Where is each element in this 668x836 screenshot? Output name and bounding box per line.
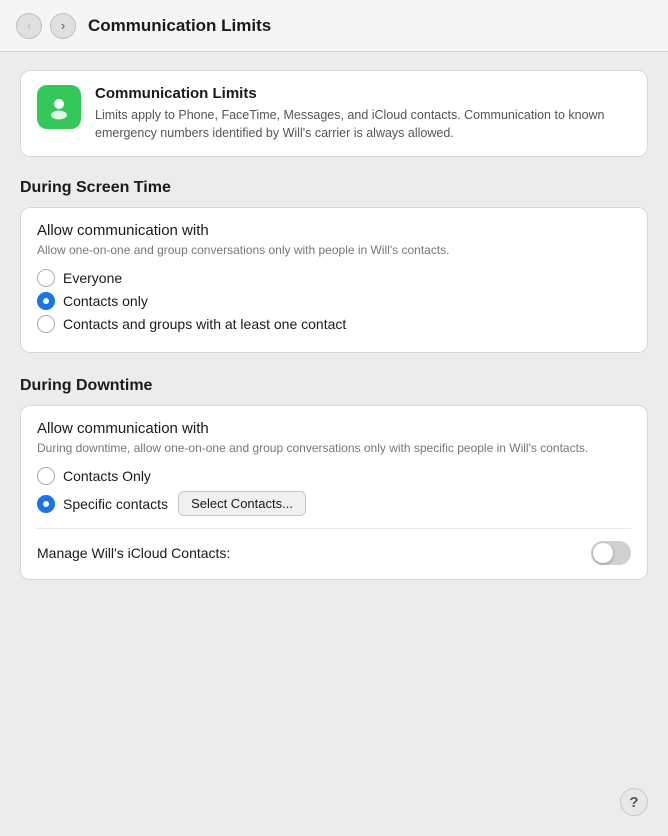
screen-time-card-desc: Allow one-on-one and group conversations… (37, 242, 631, 259)
downtime-header: During Downtime (20, 377, 648, 395)
info-card: Communication Limits Limits apply to Pho… (20, 70, 648, 157)
screen-time-card: Allow communication with Allow one-on-on… (20, 207, 648, 353)
app-icon (37, 85, 81, 129)
forward-icon: › (61, 18, 65, 33)
downtime-card-title: Allow communication with (37, 420, 631, 437)
downtime-card: Allow communication with During downtime… (20, 405, 648, 580)
radio-dt-specific[interactable] (37, 495, 55, 513)
info-card-title: Communication Limits (95, 85, 631, 102)
option-dt-specific[interactable]: Specific contacts (37, 495, 168, 513)
option-st-everyone[interactable]: Everyone (37, 269, 631, 287)
top-bar: ‹ › Communication Limits (0, 0, 668, 52)
info-text: Communication Limits Limits apply to Pho… (95, 85, 631, 142)
toggle-knob (593, 543, 613, 563)
label-dt-contacts-only: Contacts Only (63, 468, 151, 484)
help-button[interactable]: ? (620, 788, 648, 816)
downtime-card-desc: During downtime, allow one-on-one and gr… (37, 440, 631, 457)
label-dt-specific: Specific contacts (63, 496, 168, 512)
radio-st-contacts-only[interactable] (37, 292, 55, 310)
help-icon: ? (629, 794, 638, 811)
radio-st-everyone[interactable] (37, 269, 55, 287)
comm-limits-icon (46, 94, 72, 120)
forward-button[interactable]: › (50, 13, 76, 39)
info-card-desc: Limits apply to Phone, FaceTime, Message… (95, 106, 631, 142)
option-st-contacts-groups[interactable]: Contacts and groups with at least one co… (37, 315, 631, 333)
page-title: Communication Limits (88, 16, 271, 36)
select-contacts-button[interactable]: Select Contacts... (178, 491, 306, 516)
toggle-label: Manage Will's iCloud Contacts: (37, 545, 230, 561)
main-content: Communication Limits Limits apply to Pho… (0, 52, 668, 622)
icloud-contacts-toggle-row: Manage Will's iCloud Contacts: (37, 528, 631, 565)
screen-time-card-title: Allow communication with (37, 222, 631, 239)
radio-dt-contacts-only[interactable] (37, 467, 55, 485)
label-st-contacts-only: Contacts only (63, 293, 148, 309)
label-st-everyone: Everyone (63, 270, 122, 286)
option-st-contacts-only[interactable]: Contacts only (37, 292, 631, 310)
option-dt-contacts-only[interactable]: Contacts Only (37, 467, 631, 485)
screen-time-header: During Screen Time (20, 179, 648, 197)
back-icon: ‹ (27, 18, 31, 33)
back-button[interactable]: ‹ (16, 13, 42, 39)
label-st-contacts-groups: Contacts and groups with at least one co… (63, 316, 346, 332)
icloud-contacts-toggle[interactable] (591, 541, 631, 565)
radio-st-contacts-groups[interactable] (37, 315, 55, 333)
option-dt-specific-row: Specific contacts Select Contacts... (37, 490, 631, 518)
